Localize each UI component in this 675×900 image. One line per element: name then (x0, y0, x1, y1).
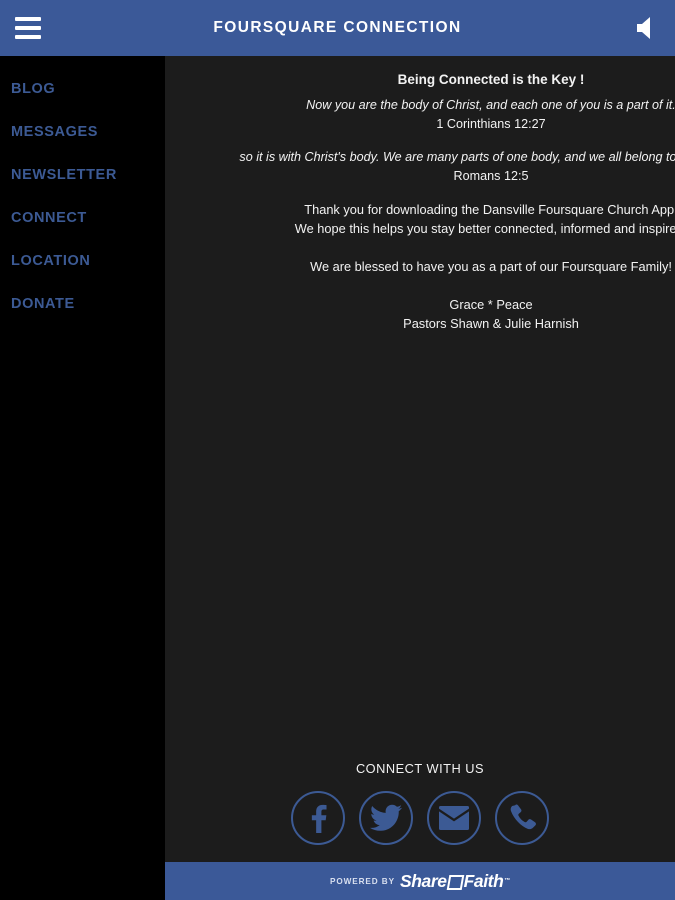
hamburger-menu-icon-bar-2 (15, 26, 41, 30)
sidebar-item-blog[interactable]: BLOG (0, 76, 165, 119)
verse-two-reference: Romans 12:5 (453, 169, 529, 183)
sharefaith-logo[interactable]: Share Faith ™ (400, 871, 510, 892)
connect-with-us-section: CONNECT WITH US (165, 761, 675, 845)
sidebar-navigation: BLOG MESSAGES NEWSLETTER CONNECT LOCATIO… (0, 56, 165, 900)
app-header: FOURSQUARE CONNECTION (0, 0, 675, 56)
twitter-button[interactable] (359, 791, 413, 845)
trademark-symbol: ™ (504, 878, 511, 884)
paragraph-spacer-1 (165, 238, 675, 257)
article-heading: Being Connected is the Key ! (397, 72, 585, 87)
phone-icon (510, 804, 536, 830)
verse-one-reference: 1 Corinthians 12:27 (436, 117, 546, 131)
main-content-panel: Being Connected is the Key ! Now you are… (165, 56, 675, 862)
hamburger-menu-icon-bar-3 (15, 35, 41, 39)
verse-one-text: Now you are the body of Christ, and each… (306, 98, 675, 112)
sidebar-item-location[interactable]: LOCATION (0, 248, 165, 291)
hamburger-menu-button[interactable] (0, 0, 56, 56)
hamburger-menu-icon-bar-1 (15, 17, 41, 21)
paragraph-spacer-2 (165, 276, 675, 295)
sharefaith-square-icon (446, 874, 464, 890)
sidebar-item-donate[interactable]: DONATE (0, 291, 165, 334)
brand-name-part-two: Faith (463, 870, 504, 891)
sound-toggle-button[interactable] (619, 0, 675, 56)
signoff-line-two: Pastors Shawn & Julie Harnish (403, 316, 579, 331)
verse-two-text: so it is with Christ's body. We are many… (239, 150, 675, 164)
sidebar-item-messages[interactable]: MESSAGES (0, 119, 165, 162)
paragraph-line-three: We are blessed to have you as a part of … (310, 259, 672, 274)
facebook-button[interactable] (291, 791, 345, 845)
paragraph-line-one: Thank you for downloading the Dansville … (304, 202, 675, 217)
twitter-icon (370, 804, 402, 831)
app-footer: POWERED BY Share Faith ™ (165, 862, 675, 900)
paragraph-line-two: We hope this helps you stay better conne… (294, 221, 675, 236)
connect-with-us-label: CONNECT WITH US (355, 761, 485, 776)
signoff-line-one: Grace * Peace (449, 297, 533, 312)
article-body: Being Connected is the Key ! Now you are… (165, 56, 675, 333)
page-title: FOURSQUARE CONNECTION (213, 19, 462, 36)
brand-name-part-one: Share (399, 870, 447, 891)
social-icon-row (165, 791, 675, 845)
phone-button[interactable] (495, 791, 549, 845)
email-button[interactable] (427, 791, 481, 845)
email-icon (439, 806, 469, 830)
sidebar-item-connect[interactable]: CONNECT (0, 205, 165, 248)
facebook-icon (311, 804, 327, 833)
speaker-mute-icon (637, 17, 650, 39)
sidebar-item-newsletter[interactable]: NEWSLETTER (0, 162, 165, 205)
powered-by-label: POWERED BY (329, 876, 395, 886)
